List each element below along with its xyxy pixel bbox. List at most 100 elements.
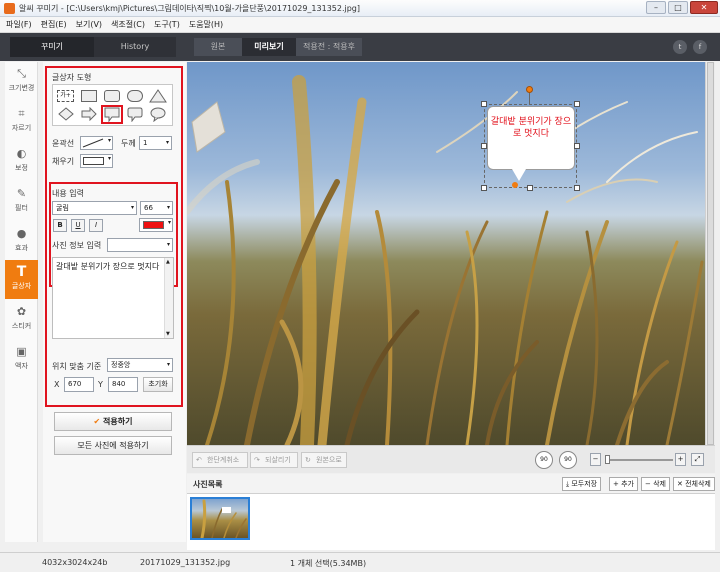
menu-view[interactable]: 보기(V) [76, 19, 102, 30]
resize-handle-s[interactable] [527, 185, 533, 191]
tool-label: 크기변경 [8, 84, 35, 92]
app-logo-icon [4, 3, 15, 14]
menu-help[interactable]: 도움말(H) [189, 19, 223, 30]
y-input[interactable]: 840 [108, 377, 138, 392]
tool-crop[interactable]: ⌗ 자르기 [5, 102, 38, 141]
photo-info-label: 사진 정보 입력 [52, 241, 102, 250]
font-size-value: 66 [144, 204, 153, 212]
save-all-button[interactable]: ⤓ 모두저장 [562, 477, 602, 491]
italic-button[interactable]: I [89, 219, 103, 232]
bold-button[interactable]: B [53, 219, 67, 232]
chevron-down-icon: ▾ [166, 204, 170, 211]
ellipse-shape[interactable] [127, 90, 143, 102]
original-button[interactable]: ↻ 원본으로 [301, 452, 347, 468]
view-before-after-tab[interactable]: 적용전 : 적용후 [296, 38, 362, 56]
tool-rail: ⤡ 크기변경 ⌗ 자르기 ◐ 보정 ✎ 필터 ● 효과 T 글상자 ✿ 스티커 … [5, 62, 38, 542]
x-label: X [54, 380, 60, 389]
menu-file[interactable]: 파일(F) [6, 19, 32, 30]
photo-info-select[interactable]: ▾ [107, 238, 173, 252]
tool-frame[interactable]: ▣ 액자 [5, 340, 38, 379]
canvas-scroll-thumb[interactable] [707, 62, 714, 445]
tool-filter[interactable]: ✎ 필터 [5, 182, 38, 221]
title-bar: 알씨 꾸미기 - [C:\Users\kmj\Pictures\그림데이타\직찍… [0, 0, 720, 17]
tool-sticker[interactable]: ✿ 스티커 [5, 300, 38, 339]
apply-all-button[interactable]: 모든 사진에 적용하기 [54, 436, 172, 455]
redo-button[interactable]: ↷ 되살리기 [250, 452, 298, 468]
menu-edit[interactable]: 편집(E) [41, 19, 67, 30]
thickness-select[interactable]: 1 ▾ [139, 136, 172, 150]
rect-shape[interactable] [81, 90, 97, 102]
facebook-icon[interactable]: f [693, 40, 707, 54]
resize-handle-nw[interactable] [481, 101, 487, 107]
resize-handle-sw[interactable] [481, 185, 487, 191]
resize-handle-w[interactable] [481, 143, 487, 149]
delete-all-button[interactable]: ✕ 전체삭제 [673, 477, 715, 491]
mode-bar: 꾸미기 History 원본 미리보기 적용전 : 적용후 t f [0, 33, 720, 61]
view-original-tab[interactable]: 원본 [194, 38, 242, 56]
tail-handle[interactable] [512, 182, 518, 188]
tab-decorate[interactable]: 꾸미기 [10, 37, 94, 57]
position-label: 위치 맞춤 기준 [52, 362, 102, 371]
add-photo-button[interactable]: + 추가 [609, 477, 638, 491]
tab-history[interactable]: History [94, 37, 176, 57]
text-color-swatch [143, 221, 164, 229]
speech-oval-shape[interactable] [150, 107, 166, 122]
arrow-shape[interactable] [81, 107, 97, 121]
zoom-out-button[interactable]: − [590, 453, 601, 466]
text-content-scrollbar[interactable]: ▲ ▼ [164, 258, 173, 338]
canvas-scrollbar[interactable] [705, 62, 715, 445]
delete-photo-button[interactable]: − 삭제 [641, 477, 670, 491]
view-preview-tab[interactable]: 미리보기 [242, 38, 296, 56]
scroll-up-icon[interactable]: ▲ [166, 259, 170, 265]
triangle-shape[interactable] [149, 89, 167, 103]
text-only-shape[interactable]: 가+ [57, 90, 74, 102]
diamond-shape[interactable] [58, 107, 74, 121]
resize-handle-e[interactable] [574, 143, 580, 149]
fill-color-picker[interactable]: ▾ [80, 154, 113, 168]
shape-grid: 가+ [52, 84, 173, 126]
photo-canvas[interactable] [187, 62, 705, 445]
menu-tools[interactable]: 도구(T) [154, 19, 180, 30]
tool-resize[interactable]: ⤡ 크기변경 [5, 62, 38, 101]
tool-label: 액자 [15, 362, 28, 370]
position-select[interactable]: 정중앙 ▾ [107, 358, 173, 372]
close-button[interactable]: ✕ [690, 1, 718, 14]
reset-button[interactable]: 초기화 [143, 377, 173, 392]
redo-label: 되살리기 [265, 456, 291, 464]
tool-text-box[interactable]: T 글상자 [5, 260, 38, 299]
window-controls: – □ ✕ [646, 1, 718, 14]
round-rect-shape[interactable] [104, 90, 120, 102]
resize-handle-ne[interactable] [574, 101, 580, 107]
fit-screen-icon[interactable]: ⤢ [691, 453, 704, 466]
apply-button[interactable]: ✔ 적용하기 [54, 412, 172, 431]
outline-label: 윤곽선 [52, 139, 75, 148]
photo-thumbnail[interactable] [190, 497, 250, 540]
x-input[interactable]: 670 [64, 377, 94, 392]
scroll-down-icon[interactable]: ▼ [166, 331, 170, 337]
zoom-slider-thumb[interactable] [605, 455, 610, 464]
speech-rect-shape[interactable] [104, 107, 120, 122]
fill-label: 채우기 [52, 157, 75, 166]
rotate-right-button[interactable]: 90 [559, 451, 577, 469]
outline-style-picker[interactable]: ▾ [80, 136, 113, 150]
text-color-picker[interactable]: ▾ [139, 218, 173, 232]
minimize-button[interactable]: – [646, 1, 666, 14]
text-content-input[interactable]: 갈대밭 분위기가 장으로 멋지다 ▲ ▼ [52, 257, 174, 339]
zoom-in-button[interactable]: + [675, 453, 686, 466]
undo-button[interactable]: ↶ 한단계취소 [192, 452, 248, 468]
zoom-slider[interactable] [605, 459, 673, 461]
tool-effect[interactable]: ● 효과 [5, 222, 38, 261]
tool-correction[interactable]: ◐ 보정 [5, 142, 38, 181]
menu-color[interactable]: 색조절(C) [111, 19, 145, 30]
resize-handle-se[interactable] [574, 185, 580, 191]
rotate-handle[interactable] [526, 86, 533, 93]
rotate-left-button[interactable]: 90 [535, 451, 553, 469]
underline-button[interactable]: U [71, 219, 85, 232]
font-select[interactable]: 굴림 ▾ [52, 201, 137, 215]
maximize-button[interactable]: □ [668, 1, 688, 14]
speech-round-shape[interactable] [127, 107, 143, 122]
selection-frame[interactable] [484, 104, 577, 188]
y-label: Y [98, 380, 103, 389]
font-size-select[interactable]: 66 ▾ [140, 201, 173, 215]
twitter-icon[interactable]: t [673, 40, 687, 54]
